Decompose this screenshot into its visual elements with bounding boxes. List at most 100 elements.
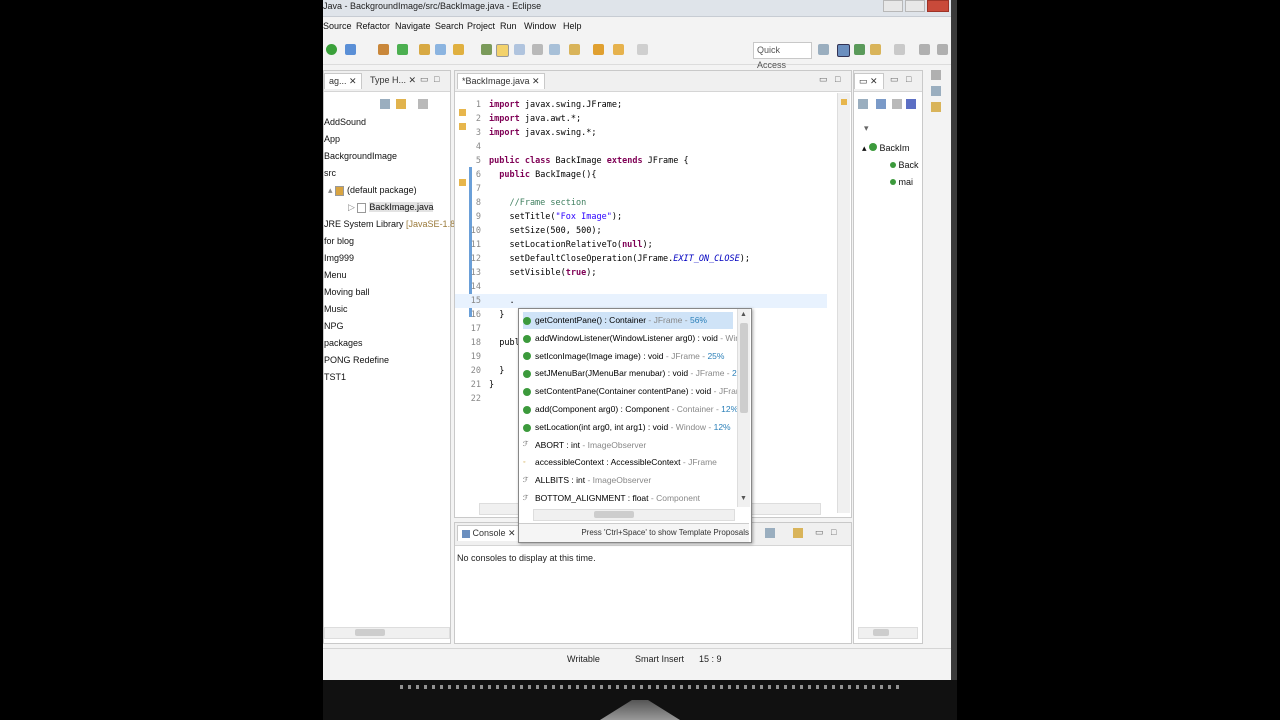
code-line[interactable]: 15 . — [455, 294, 827, 308]
code-line[interactable]: 13 setVisible(true); — [455, 266, 827, 280]
tree-item[interactable]: TST1 — [324, 372, 346, 382]
tab-type-hierarchy[interactable]: Type H... ✕ — [366, 73, 420, 88]
open-console-icon[interactable] — [793, 528, 803, 538]
toggle-block-selection-icon[interactable] — [514, 44, 525, 55]
annotation-icon[interactable] — [549, 44, 560, 55]
hide-nonpublic-icon[interactable] — [906, 99, 916, 109]
code-line[interactable]: 9 setTitle("Fox Image"); — [455, 210, 827, 224]
task-list-icon[interactable] — [931, 86, 941, 96]
new-window-icon[interactable] — [894, 44, 905, 55]
problems-icon[interactable] — [931, 102, 941, 112]
proposal-vertical-scrollbar[interactable]: ▲ ▼ — [737, 309, 750, 507]
minimize-icon[interactable]: ▭ — [819, 74, 828, 85]
maximize-icon[interactable]: □ — [434, 74, 439, 84]
hide-fields-icon[interactable] — [876, 99, 886, 109]
tree-item[interactable]: AddSound — [324, 117, 366, 127]
new-class-icon[interactable] — [435, 44, 446, 55]
search-icon[interactable] — [481, 44, 492, 55]
debug-perspective-icon[interactable] — [854, 44, 865, 55]
tree-item[interactable]: src — [324, 168, 336, 178]
view-menu-icon[interactable]: ▾ — [864, 123, 869, 134]
menu-navigate[interactable]: Navigate — [395, 21, 431, 31]
code-line[interactable]: 11 setLocationRelativeTo(null); — [455, 238, 827, 252]
debug-icon[interactable] — [345, 44, 356, 55]
tree-item[interactable]: App — [324, 134, 340, 144]
tree-item[interactable]: PONG Redefine — [324, 355, 389, 365]
hide-static-icon[interactable] — [892, 99, 902, 109]
code-line[interactable]: 2 import java.awt.*; — [455, 112, 827, 126]
editor-vertical-scrollbar[interactable] — [837, 93, 850, 513]
proposal-item[interactable]: getContentPane() : Container - JFrame - … — [523, 312, 733, 329]
expanded-arrow-icon[interactable]: ▴ — [328, 185, 335, 195]
java-perspective-icon[interactable] — [837, 44, 850, 57]
menu-help[interactable]: Help — [563, 21, 582, 31]
proposal-item[interactable]: setIconImage(Image image) : void - JFram… — [523, 348, 733, 365]
tree-item[interactable]: packages — [324, 338, 363, 348]
code-line[interactable]: 5 public class BackImage extends JFrame { — [455, 154, 827, 168]
menu-run[interactable]: Run — [500, 21, 517, 31]
outline-item-main[interactable]: mai — [890, 177, 913, 187]
code-line[interactable]: 7 — [455, 182, 827, 196]
proposal-list[interactable]: getContentPane() : Container - JFrame - … — [519, 309, 737, 507]
scroll-up-icon[interactable]: ▲ — [740, 311, 747, 318]
proposal-item[interactable]: setJMenuBar(JMenuBar menubar) : void - J… — [523, 365, 737, 382]
tree-item[interactable]: for blog — [324, 236, 354, 246]
close-button[interactable] — [927, 0, 949, 12]
code-line[interactable]: 10 setSize(500, 500); — [455, 224, 827, 238]
code-line[interactable]: 3 import javax.swing.*; — [455, 126, 827, 140]
tree-item[interactable]: Menu — [324, 270, 347, 280]
maximize-icon[interactable]: □ — [831, 527, 836, 537]
horizontal-scrollbar[interactable] — [324, 627, 450, 639]
show-whitespace-icon[interactable] — [532, 44, 543, 55]
scrollbar-thumb[interactable] — [740, 323, 748, 413]
tab-console[interactable]: Console ✕ — [457, 525, 521, 541]
tree-item[interactable]: Img999 — [324, 253, 354, 263]
proposal-item[interactable]: add(Component arg0) : Component - Contai… — [523, 401, 737, 418]
proposal-item[interactable]: ℱ BOTTOM_ALIGNMENT : float - Component — [523, 490, 733, 507]
tree-item[interactable]: NPG — [324, 321, 344, 331]
code-line[interactable]: 12 setDefaultCloseOperation(JFrame.EXIT_… — [455, 252, 827, 266]
external-tools-icon[interactable] — [378, 44, 389, 55]
proposal-item[interactable]: ℱ ABORT : int - ImageObserver — [523, 437, 733, 454]
minimize-icon[interactable]: ▭ — [890, 74, 899, 85]
tree-item[interactable]: JRE System Library [JavaSE-1.8] — [324, 219, 458, 229]
proposal-item[interactable]: ◦ accessibleContext : AccessibleContext -… — [523, 454, 733, 471]
code-line[interactable]: 14 — [455, 280, 827, 294]
menu-refactor[interactable]: Refactor — [356, 21, 390, 31]
prev-annotation-icon[interactable] — [593, 44, 604, 55]
tree-item[interactable]: ▷ BackImage.java — [348, 202, 434, 213]
minimize-icon[interactable]: ▭ — [420, 74, 429, 85]
new-java-project-icon[interactable] — [397, 44, 408, 55]
tab-package-explorer[interactable]: ag... ✕ — [324, 73, 362, 89]
outline-item-constructor[interactable]: Back — [890, 160, 919, 170]
collapsed-arrow-icon[interactable]: ▷ — [348, 202, 357, 212]
quick-access-input[interactable]: Quick Access — [753, 42, 812, 70]
run-icon[interactable] — [326, 44, 337, 55]
collapse-all-icon[interactable] — [380, 99, 390, 109]
outline-item-class[interactable]: ▴ BackIm — [862, 143, 910, 154]
sort-icon[interactable] — [858, 99, 868, 109]
proposal-horizontal-scrollbar[interactable] — [533, 509, 735, 521]
open-type-icon[interactable] — [453, 44, 464, 55]
minimize-view-icon[interactable] — [919, 44, 930, 55]
view-menu-icon[interactable] — [418, 99, 428, 109]
proposal-item[interactable]: addWindowListener(WindowListener arg0) :… — [523, 330, 737, 347]
proposal-item[interactable]: setLocation(int arg0, int arg1) : void -… — [523, 419, 733, 436]
scrollbar-thumb[interactable] — [355, 629, 385, 636]
outline-horizontal-scrollbar[interactable] — [858, 627, 918, 639]
open-perspective-icon[interactable] — [818, 44, 829, 55]
toggle-mark-occurrences-icon[interactable] — [496, 44, 509, 57]
code-line[interactable]: 6 public BackImage(){ — [455, 168, 827, 182]
display-console-icon[interactable] — [765, 528, 775, 538]
minimize-button[interactable] — [883, 0, 903, 12]
menu-source[interactable]: Source — [323, 21, 352, 31]
minimize-icon[interactable]: ▭ — [815, 527, 824, 538]
maximize-view-icon[interactable] — [937, 44, 948, 55]
tab-backimage-java[interactable]: *BackImage.java ✕ — [457, 73, 545, 89]
menu-project[interactable]: Project — [467, 21, 495, 31]
tab-outline[interactable]: ▭ ✕ — [854, 73, 884, 89]
menu-search[interactable]: Search — [435, 21, 464, 31]
forward-icon[interactable] — [637, 44, 648, 55]
git-perspective-icon[interactable] — [870, 44, 881, 55]
scrollbar-thumb[interactable] — [594, 511, 634, 518]
